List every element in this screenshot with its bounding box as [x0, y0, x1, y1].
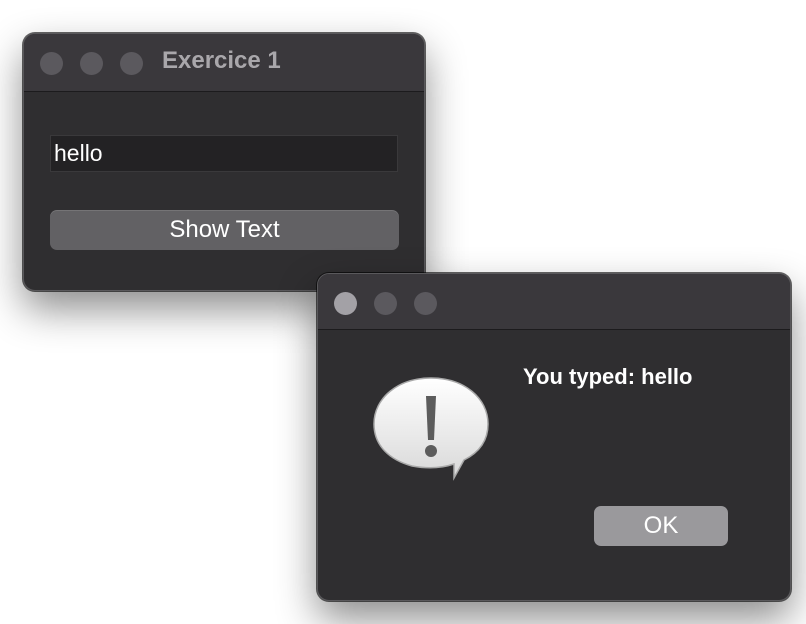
main-window: Exercice 1 hello Show Text — [23, 33, 425, 291]
dialog-titlebar[interactable] — [318, 274, 790, 330]
minimize-button[interactable] — [80, 52, 103, 75]
dialog-close-button[interactable] — [334, 292, 357, 315]
main-window-titlebar[interactable]: Exercice 1 — [24, 34, 424, 92]
ok-button[interactable]: OK — [594, 506, 728, 546]
dialog-message: You typed: hello — [523, 364, 693, 389]
alert-speech-bubble-icon — [373, 377, 489, 481]
window-title: Exercice 1 — [162, 47, 281, 74]
text-input[interactable]: hello — [50, 135, 398, 172]
close-button[interactable] — [40, 52, 63, 75]
dialog-minimize-button[interactable] — [374, 292, 397, 315]
zoom-button[interactable] — [120, 52, 143, 75]
alert-dialog: You typed: hello OK — [317, 273, 791, 601]
show-text-button[interactable]: Show Text — [50, 210, 399, 250]
dialog-zoom-button[interactable] — [414, 292, 437, 315]
